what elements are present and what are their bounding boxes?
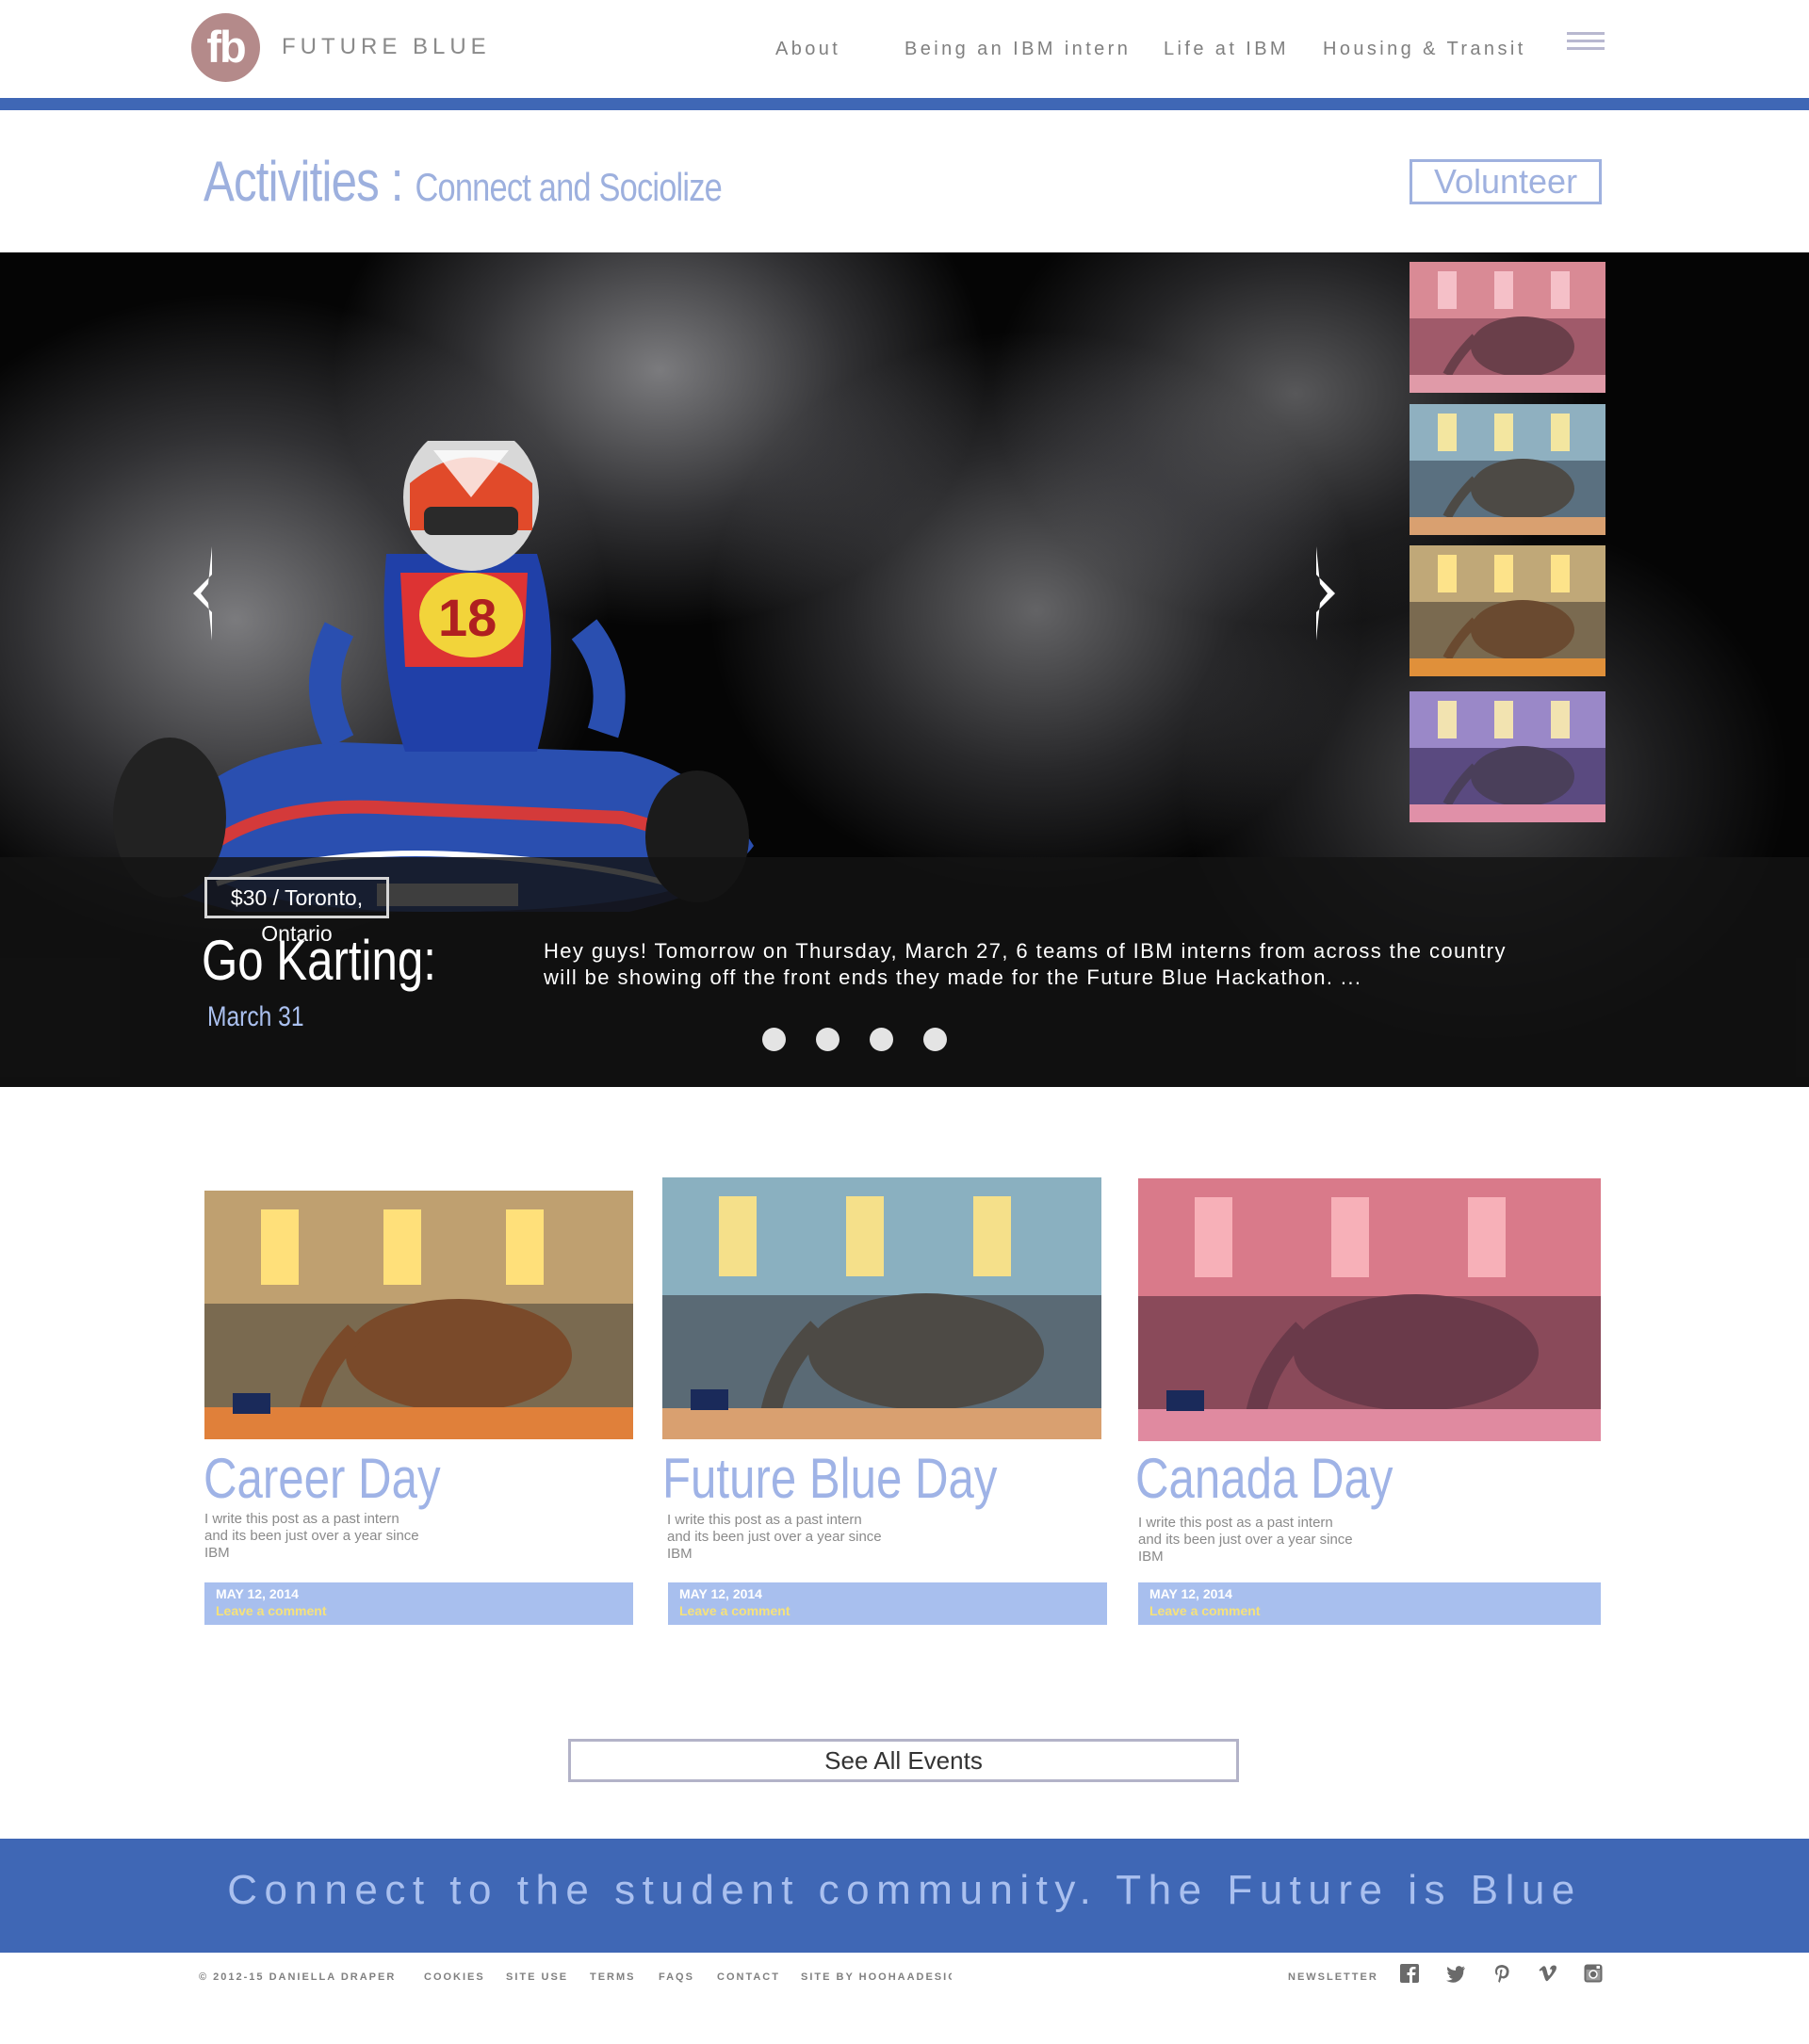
slide-dot-1[interactable] — [762, 1028, 786, 1051]
event-card-title[interactable]: Future Blue Day — [662, 1446, 998, 1511]
page-title-sub: Connect and Sociolize — [415, 165, 722, 209]
previous-slide-arrow-icon[interactable] — [191, 546, 220, 641]
event-card-image-canada-day[interactable] — [1138, 1178, 1601, 1441]
footer-link-cookies[interactable]: COOKIES — [424, 1971, 485, 1983]
event-card-meta-bar: MAY 12, 2014 Leave a comment — [1138, 1582, 1601, 1625]
event-card-excerpt: I write this post as a past intern and i… — [204, 1511, 419, 1561]
facebook-icon[interactable] — [1399, 1963, 1420, 1984]
footer-newsletter-link[interactable]: NEWSLETTER — [1288, 1971, 1378, 1983]
see-all-events-button[interactable]: See All Events — [568, 1739, 1239, 1782]
slide-dot-4[interactable] — [923, 1028, 947, 1051]
leave-comment-link[interactable]: Leave a comment — [216, 1603, 327, 1618]
footer-link-site-use[interactable]: SITE USE — [506, 1971, 568, 1983]
event-card-date: MAY 12, 2014 — [679, 1586, 762, 1601]
brand-name[interactable]: FUTURE BLUE — [282, 34, 491, 60]
event-card-title[interactable]: Canada Day — [1135, 1446, 1393, 1511]
slide-thumbnail-2[interactable] — [1410, 404, 1605, 535]
footer-copyright: © 2012-15 DANIELLA DRAPER — [199, 1971, 397, 1983]
nav-being-an-ibm-intern[interactable]: Being an IBM intern — [904, 39, 1131, 60]
event-card-date: MAY 12, 2014 — [1149, 1586, 1232, 1601]
event-card-image-future-blue-day[interactable] — [662, 1177, 1101, 1439]
slide-thumbnail-1[interactable] — [1410, 262, 1605, 393]
instagram-icon[interactable] — [1583, 1963, 1604, 1984]
svg-text:18: 18 — [438, 588, 497, 647]
header-divider — [0, 98, 1809, 110]
hamburger-menu-icon[interactable] — [1567, 32, 1605, 57]
site-header: fb FUTURE BLUE About Being an IBM intern… — [0, 0, 1809, 98]
event-card-date: MAY 12, 2014 — [216, 1586, 299, 1601]
footer-link-faqs[interactable]: FAQS — [659, 1971, 694, 1983]
hero-event-description: Hey guys! Tomorrow on Thursday, March 27… — [544, 939, 1507, 989]
pinterest-icon[interactable] — [1491, 1963, 1512, 1984]
hero-event-title: Go Karting: — [202, 929, 436, 992]
event-card-excerpt: I write this post as a past intern and i… — [1138, 1515, 1353, 1565]
page-title: Activities : Connect and Sociolize — [204, 149, 836, 214]
slide-dot-3[interactable] — [870, 1028, 893, 1051]
page-title-main: Activities : — [204, 150, 403, 213]
vimeo-icon[interactable] — [1538, 1963, 1558, 1984]
nav-housing-transit[interactable]: Housing & Transit — [1323, 39, 1526, 60]
leave-comment-link[interactable]: Leave a comment — [1149, 1603, 1261, 1618]
footer-link-terms[interactable]: TERMS — [590, 1971, 636, 1983]
event-card-excerpt: I write this post as a past intern and i… — [667, 1512, 882, 1562]
twitter-icon[interactable] — [1445, 1963, 1466, 1984]
slide-thumbnail-3[interactable] — [1410, 545, 1605, 676]
logo-icon[interactable]: fb — [191, 13, 260, 82]
slide-thumbnail-4[interactable] — [1410, 691, 1605, 822]
hero-event-date: March 31 — [207, 1001, 304, 1032]
next-slide-arrow-icon[interactable] — [1309, 546, 1337, 641]
footer-tagline: Connect to the student community. The Fu… — [227, 1867, 1582, 1913]
event-card-meta-bar: MAY 12, 2014 Leave a comment — [204, 1582, 633, 1625]
event-card-title[interactable]: Career Day — [204, 1446, 441, 1511]
nav-life-at-ibm[interactable]: Life at IBM — [1164, 39, 1289, 60]
footer-link-contact[interactable]: CONTACT — [717, 1971, 780, 1983]
volunteer-button[interactable]: Volunteer — [1410, 159, 1602, 204]
go-kart-photo: 18 — [113, 441, 754, 912]
footer-link-site-by[interactable]: SITE BY HOOHAADESIG — [801, 1971, 952, 1983]
leave-comment-link[interactable]: Leave a comment — [679, 1603, 790, 1618]
slide-dot-2[interactable] — [816, 1028, 839, 1051]
event-price-location-tag[interactable]: $30 / Toronto, Ontario — [204, 877, 389, 946]
event-card-meta-bar: MAY 12, 2014 Leave a comment — [668, 1582, 1107, 1625]
event-card-image-career-day[interactable] — [204, 1191, 633, 1439]
nav-about[interactable]: About — [775, 39, 840, 60]
